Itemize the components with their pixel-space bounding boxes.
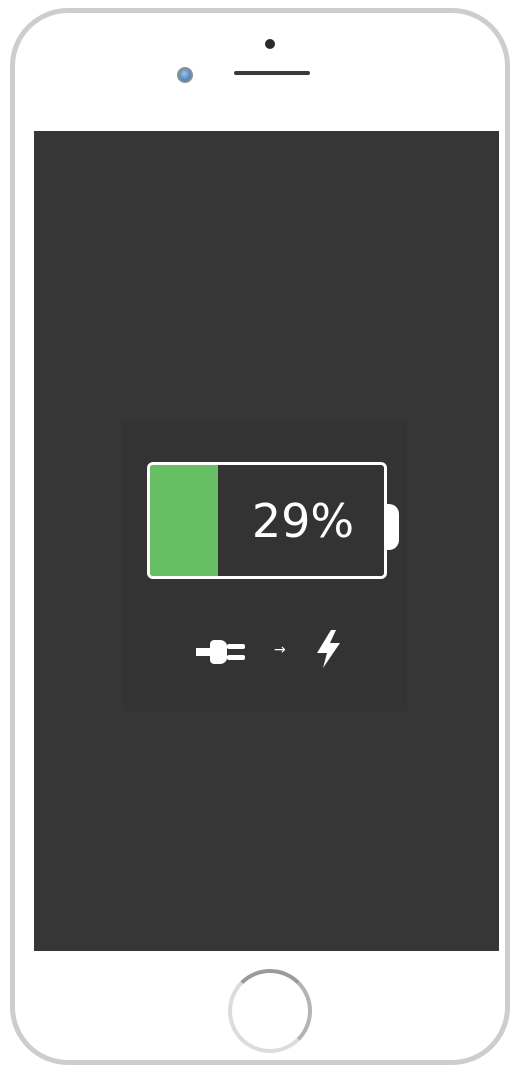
front-camera-icon: [177, 67, 193, 83]
proximity-sensor: [265, 39, 275, 49]
screen: 29% →: [34, 131, 499, 951]
power-plug-icon: [196, 640, 245, 664]
home-button[interactable]: [228, 969, 312, 1053]
battery-level-fill: [150, 465, 218, 576]
battery-terminal: [387, 504, 399, 550]
lightning-bolt-icon: [317, 630, 340, 668]
battery-indicator: 29%: [147, 462, 387, 579]
earpiece-speaker: [234, 71, 310, 75]
battery-percent-label: 29%: [251, 493, 355, 548]
arrow-right-icon: →: [274, 642, 286, 658]
charging-status-row: →: [194, 629, 354, 673]
phone-frame: 29% →: [10, 8, 510, 1065]
